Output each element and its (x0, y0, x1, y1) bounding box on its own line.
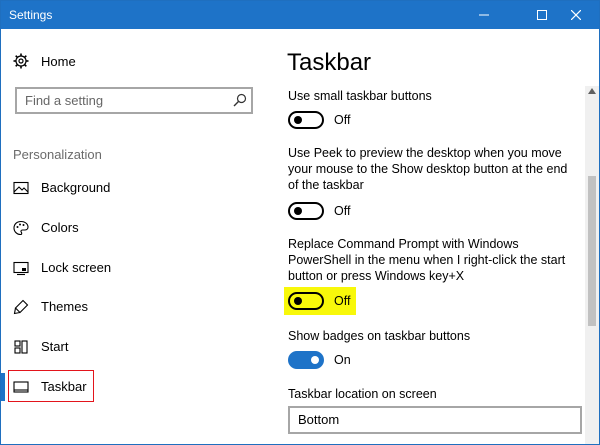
home-link[interactable]: Home (13, 53, 76, 69)
themes-icon (13, 299, 29, 315)
search-input[interactable]: Find a setting (15, 87, 253, 114)
scrollbar-thumb[interactable] (588, 176, 596, 326)
toggle-state: Off (334, 294, 351, 308)
lock-screen-icon (13, 261, 29, 276)
sidebar-item-label: Start (41, 339, 69, 354)
home-label: Home (41, 53, 76, 69)
sidebar-item-label: Background (41, 180, 111, 195)
sidebar-item-label: Lock screen (41, 260, 112, 275)
scroll-up-icon[interactable] (588, 88, 596, 94)
sidebar-item-themes[interactable]: Themes (1, 293, 277, 321)
window-title: Settings (9, 8, 53, 22)
setting-label: Use small taskbar buttons (288, 89, 432, 103)
sidebar-item-label: Colors (41, 220, 79, 235)
title-bar: Settings (1, 1, 599, 29)
minimize-icon (479, 14, 489, 16)
taskbar-icon (13, 381, 29, 393)
sidebar-item-label: Taskbar (41, 379, 87, 394)
toggle-peek[interactable]: Off (288, 202, 350, 220)
main-content: Taskbar Use small taskbar buttons Off Us… (277, 29, 599, 444)
search-icon[interactable] (233, 93, 247, 107)
setting-label: Show badges on taskbar buttons (288, 329, 471, 343)
toggle-state: On (334, 353, 351, 367)
scrollbar[interactable] (585, 86, 599, 444)
toggle-switch[interactable] (288, 111, 324, 129)
toggle-state: Off (334, 113, 351, 127)
picture-icon (13, 181, 29, 195)
toggle-small-buttons[interactable]: Off (288, 111, 350, 129)
sidebar-item-taskbar[interactable]: Taskbar (1, 370, 277, 402)
sidebar-item-background[interactable]: Background (1, 174, 277, 202)
setting-label: Replace Command Prompt with Windows Powe… (288, 237, 566, 283)
search-placeholder: Find a setting (25, 93, 104, 108)
close-button[interactable] (553, 1, 599, 29)
location-dropdown[interactable]: Bottom (288, 406, 582, 434)
palette-icon (13, 220, 29, 236)
start-icon (14, 340, 28, 354)
sidebar-item-start[interactable]: Start (1, 333, 277, 361)
setting-label: Taskbar location on screen (288, 387, 437, 401)
toggle-switch[interactable] (288, 292, 324, 310)
toggle-switch[interactable] (288, 351, 324, 369)
maximize-icon (537, 10, 547, 20)
selection-indicator (1, 373, 5, 401)
settings-window: Settings Home Find a setting Personaliza… (0, 0, 600, 445)
section-heading: Personalization (13, 147, 102, 162)
toggle-powershell[interactable]: Off (288, 292, 350, 310)
gear-icon (13, 53, 29, 69)
toggle-badges[interactable]: On (288, 351, 351, 369)
sidebar-item-lock-screen[interactable]: Lock screen (1, 254, 277, 282)
sidebar-item-colors[interactable]: Colors (1, 214, 277, 242)
sidebar: Home Find a setting Personalization Back… (1, 29, 277, 444)
minimize-button[interactable] (461, 1, 507, 29)
close-icon (571, 10, 581, 20)
setting-label: Use Peek to preview the desktop when you… (288, 146, 568, 192)
sidebar-item-label: Themes (41, 299, 88, 314)
toggle-switch[interactable] (288, 202, 324, 220)
dropdown-value: Bottom (298, 412, 340, 427)
page-title: Taskbar (287, 49, 372, 76)
toggle-state: Off (334, 204, 351, 218)
